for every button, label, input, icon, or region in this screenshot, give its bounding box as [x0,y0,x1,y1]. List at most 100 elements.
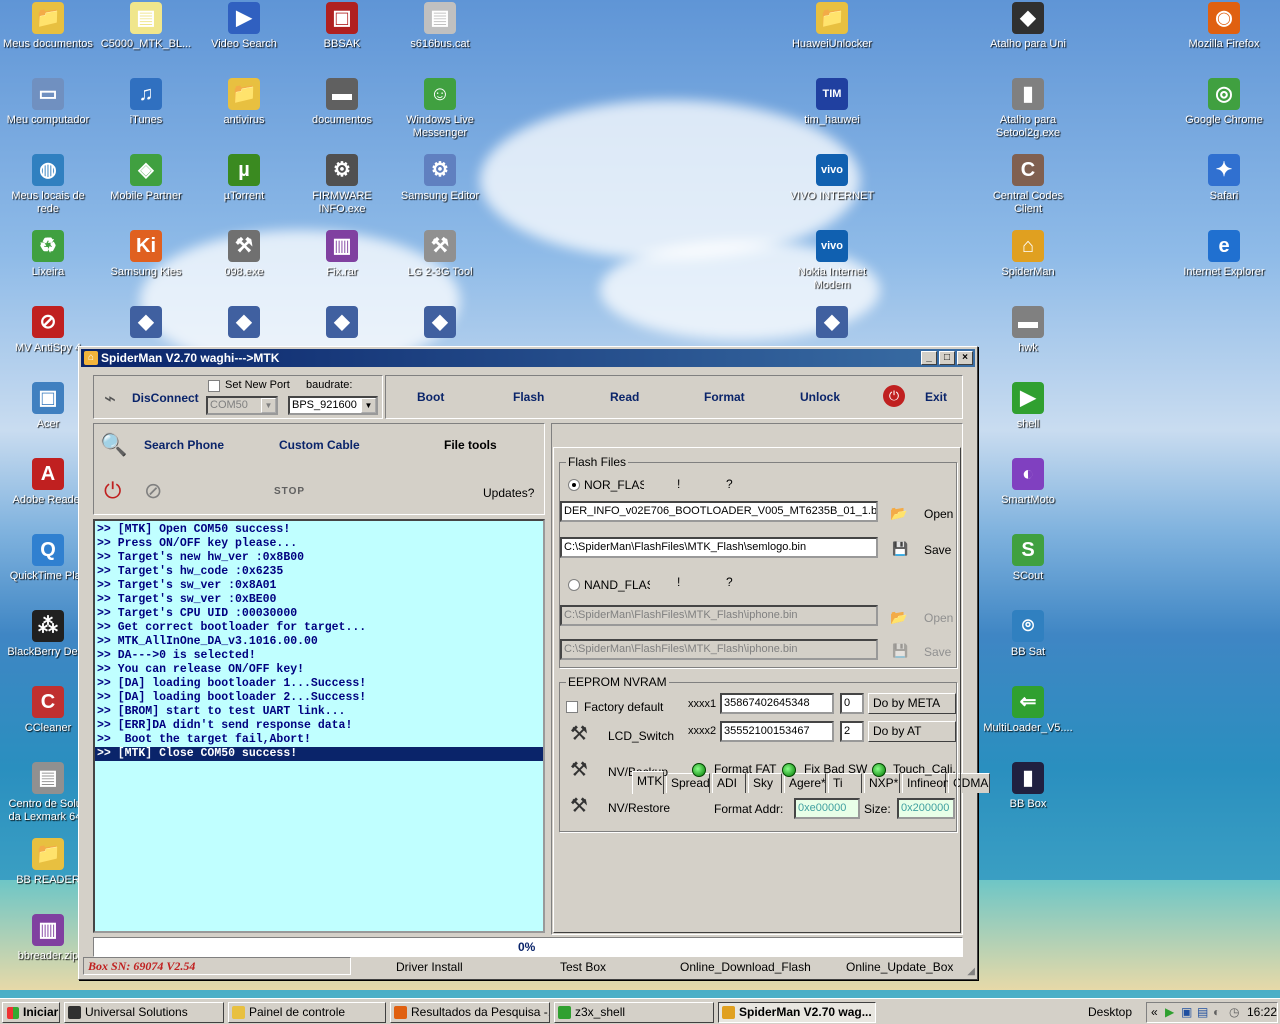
desktop-icon[interactable]: 📁 antivirus [196,78,292,127]
desktop-icon[interactable]: ◉ Mozilla Firefox [1176,2,1272,51]
driver-install-button[interactable]: Driver Install [396,960,463,974]
desktop-icon[interactable]: ✦ Safari [1176,154,1272,203]
desktop-toolbar-label[interactable]: Desktop [1088,1005,1132,1019]
do-by-at-button[interactable]: Do by AT [868,721,956,742]
desktop-icon[interactable]: ▮ Atalho para Setool2g.exe [980,78,1076,140]
taskbar-item[interactable]: SpiderMan V2.70 wag... [718,1002,876,1023]
nand-help-mark[interactable]: ? [726,575,733,589]
do-by-meta-button[interactable]: Do by META [868,693,956,714]
title-bar[interactable]: ⌂ SpiderMan V2.70 waghi--->MTK _ □ × [81,349,975,367]
cancel-icon[interactable]: ⊘ [144,478,162,504]
clock[interactable]: 16:22 [1247,1003,1277,1022]
fix-bad-sw-button[interactable]: Fix Bad SW [804,762,867,776]
desktop-icon[interactable]: ▬ documentos [294,78,390,127]
desktop-icon[interactable]: vivo VIVO INTERNET [784,154,880,203]
desktop-icon[interactable]: ▣ BBSAK [294,2,390,51]
port-select[interactable]: COM50 ▼ [206,396,278,415]
nv-restore-button[interactable]: NV/Restore [608,801,670,815]
x1-input[interactable]: 35867402645348 [720,693,834,714]
x1-small-input[interactable]: 0 [840,693,864,714]
speaker-icon[interactable]: ◐ [1213,1003,1220,1022]
format-button[interactable]: Format [704,390,745,404]
desktop-icon[interactable]: S SCout [980,534,1076,583]
search-phone-button[interactable]: Search Phone [144,438,224,452]
start-button[interactable]: Iniciar [2,1002,60,1023]
desktop-icon[interactable]: ▤ C5000_MTK_BL... [98,2,194,51]
taskbar-item[interactable]: Universal Solutions [64,1002,224,1023]
disconnect-button[interactable]: DisConnect [132,391,199,405]
desktop-icon[interactable]: ▬ hwk [980,306,1076,355]
desktop-icon[interactable]: e Internet Explorer [1176,230,1272,279]
desktop-icon[interactable]: ◆ Atalho para Uni [980,2,1076,51]
online-download-flash-button[interactable]: Online_Download_Flash [680,960,811,974]
desktop-icon[interactable]: ◆ [294,306,390,342]
resize-grip-icon[interactable]: ◢ [967,966,975,977]
touch-cali-button[interactable]: Touch_Cali.. [893,762,955,776]
desktop-icon[interactable]: ◆ [98,306,194,342]
lcd-switch-button[interactable]: LCD_Switch [608,729,674,743]
exit-button[interactable]: Exit [925,390,947,404]
read-button[interactable]: Read [610,390,639,404]
custom-cable-button[interactable]: Custom Cable [279,438,360,452]
desktop-icon[interactable]: ◐ SmartMoto [980,458,1076,507]
desktop-icon[interactable]: ▶ Video Search [196,2,292,51]
desktop-icon[interactable]: Ki Samsung Kies [98,230,194,279]
desktop-icon[interactable]: TIM tim_hauwei [784,78,880,127]
desktop-icon[interactable]: ⌂ SpiderMan [980,230,1076,279]
tray-chevron[interactable]: « [1151,1003,1158,1022]
desktop-icon[interactable]: ⌾ BB Sat [980,610,1076,659]
desktop-icon[interactable]: ♻ Lixeira [0,230,96,279]
flash-button[interactable]: Flash [513,390,544,404]
play-icon[interactable]: ▶ [1165,1003,1174,1022]
desktop-icon[interactable]: 📁 Meus documentos [0,2,96,51]
desktop-icon[interactable]: ▶ shell [980,382,1076,431]
desktop-icon[interactable]: ☺ Windows Live Messenger [392,78,488,140]
format-fat-button[interactable]: Format FAT [714,762,776,776]
desktop-icon[interactable]: ⇐ MultiLoader_V5.... [980,686,1076,735]
desktop-icon[interactable]: ◈ Mobile Partner [98,154,194,203]
online-update-box-button[interactable]: Online_Update_Box [846,960,953,974]
nor-flash-radio[interactable] [568,479,580,491]
desktop-icon[interactable]: µ µTorrent [196,154,292,203]
desktop-icon[interactable]: ◎ Google Chrome [1176,78,1272,127]
nor-file-path[interactable]: DER_INFO_v02E706_BOOTLOADER_V005_MT6235B… [560,501,878,522]
desktop-icon[interactable]: ▤ s616bus.cat [392,2,488,51]
taskbar-item[interactable]: Resultados da Pesquisa -... [390,1002,550,1023]
desktop-icon[interactable]: ▮ BB Box [980,762,1076,811]
desktop-icon[interactable]: vivo Nokia Internet Modem [784,230,880,292]
nor-open-button[interactable]: Open [924,507,953,521]
desktop-icon[interactable]: C Central Codes Client [980,154,1076,216]
set-new-port-checkbox[interactable] [208,380,220,392]
desktop-icon[interactable]: ◍ Meus locais de rede [0,154,96,216]
desktop-icon[interactable]: ▭ Meu computador [0,78,96,127]
baudrate-select[interactable]: BPS_921600 ▼ [288,396,378,415]
tab-mtk[interactable]: MTK [632,771,664,794]
stop-button[interactable]: STOP [274,486,305,497]
power-icon[interactable]: ⏻ [883,385,905,407]
test-box-button[interactable]: Test Box [560,960,606,974]
desktop-icon[interactable]: ◆ [392,306,488,342]
network-icon[interactable]: ▣ [1181,1003,1192,1022]
log-output[interactable]: >> [MTK] Open COM50 success! >> Press ON/… [93,519,545,933]
desktop-icon[interactable]: ▥ Fix.rar [294,230,390,279]
factory-default-checkbox[interactable] [566,701,578,713]
desktop-icon[interactable]: ⚒ LG 2-3G Tool [392,230,488,279]
desktop-icon[interactable]: ⚙ FIRMWARE INFO.exe [294,154,390,216]
file-tools-button[interactable]: File tools [444,438,497,452]
desktop-icon[interactable]: ♫ iTunes [98,78,194,127]
nor-help-mark[interactable]: ? [726,477,733,491]
size-input[interactable]: 0x200000 [897,798,955,819]
minimize-button[interactable]: _ [921,351,937,365]
desktop-icon[interactable]: ⚙ Samsung Editor [392,154,488,203]
monitor-icon[interactable]: ▤ [1197,1003,1208,1022]
x2-small-input[interactable]: 2 [840,721,864,742]
boot-button[interactable]: Boot [417,390,444,404]
folder-open-icon[interactable]: 📂 [890,505,907,522]
save-file-path[interactable]: C:\SpiderMan\FlashFiles\MTK_Flash\semlog… [560,537,878,558]
floppy-save-icon[interactable]: 💾 [892,541,908,557]
desktop-icon[interactable]: 📁 HuaweiUnlocker [784,2,880,51]
close-button[interactable]: × [957,351,973,365]
power-icon[interactable]: ⏻ [104,478,121,504]
taskbar-item[interactable]: Painel de controle [228,1002,386,1023]
desktop-icon[interactable]: ◆ [196,306,292,342]
